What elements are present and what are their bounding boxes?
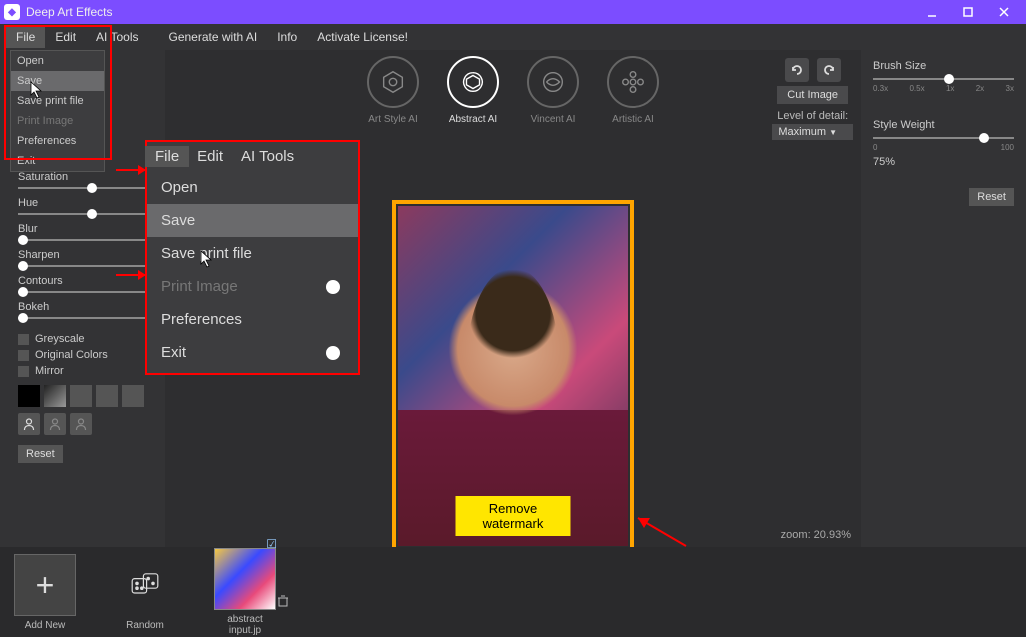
swatch-grey2[interactable]: [96, 385, 118, 407]
image-preview[interactable]: Remove watermark: [398, 206, 628, 546]
menu-ai-tools[interactable]: AI Tools: [86, 26, 148, 48]
file-menu-save-print[interactable]: Save print file: [11, 91, 104, 111]
checkmark-icon: ☑: [266, 537, 277, 551]
check-greyscale[interactable]: Greyscale: [18, 333, 155, 345]
maximize-button[interactable]: [950, 0, 986, 24]
flower-icon: [619, 68, 647, 96]
ai-style-row: Art Style AI Abstract AI Vincent AI Arti…: [358, 56, 668, 125]
cut-image-panel: Cut Image Level of detail: Maximum ▼: [772, 58, 853, 140]
spiral-icon: [459, 68, 487, 96]
annotation-orange-box: Remove watermark: [392, 200, 634, 547]
reset-button-left[interactable]: Reset: [18, 445, 63, 463]
menu-edit[interactable]: Edit: [45, 26, 86, 48]
swirl-icon: [539, 68, 567, 96]
check-mirror[interactable]: Mirror: [18, 365, 155, 377]
slider-contours[interactable]: Contours: [18, 275, 155, 293]
input-image-tile[interactable]: ☑ abstract input.jp: [210, 548, 280, 636]
swatch-grey3[interactable]: [122, 385, 144, 407]
slider-sharpen[interactable]: Sharpen: [18, 249, 155, 267]
person-preset-3[interactable]: [70, 413, 92, 435]
reset-button-right[interactable]: Reset: [969, 188, 1014, 206]
style-weight-slider[interactable]: [873, 137, 1014, 139]
check-original-colors[interactable]: Original Colors: [18, 349, 155, 361]
file-menu-dropdown: Open Save Save print file Print Image Pr…: [10, 50, 105, 172]
file-menu-save[interactable]: Save: [11, 71, 104, 91]
menu-info[interactable]: Info: [267, 26, 307, 48]
level-of-detail-label: Level of detail:: [772, 110, 853, 122]
file-menu-open[interactable]: Open: [11, 51, 104, 71]
hexagon-icon: [379, 68, 407, 96]
minimize-button[interactable]: [914, 0, 950, 24]
slider-saturation[interactable]: Saturation: [18, 171, 155, 189]
person-preset-2[interactable]: [44, 413, 66, 435]
level-of-detail-select[interactable]: Maximum ▼: [772, 124, 853, 140]
menubar: File Edit AI Tools Generate with AI Info…: [0, 24, 1026, 50]
person-preset-1[interactable]: [18, 413, 40, 435]
titlebar: ◆ Deep Art Effects: [0, 0, 1026, 24]
trash-icon[interactable]: [277, 595, 289, 607]
ai-tile-art-style[interactable]: Art Style AI: [358, 56, 428, 125]
brush-size-slider[interactable]: [873, 78, 1014, 80]
file-menu-exit[interactable]: Exit: [11, 151, 104, 171]
close-button[interactable]: [986, 0, 1022, 24]
zoom-label: zoom: 20.93%: [781, 529, 851, 541]
swatch-gradient[interactable]: [44, 385, 66, 407]
style-weight-value: 75%: [873, 156, 1014, 168]
slider-bokeh[interactable]: Bokeh: [18, 301, 155, 319]
app-title: Deep Art Effects: [26, 5, 113, 19]
cut-image-button[interactable]: Cut Image: [777, 86, 848, 104]
style-weight-marks: 0100: [873, 143, 1014, 152]
add-new-tile[interactable]: + Add New: [10, 554, 80, 631]
cursor-icon-zoom: [200, 250, 214, 268]
remove-watermark-button[interactable]: Remove watermark: [456, 496, 571, 536]
file-menu-print: Print Image: [11, 111, 104, 131]
person-presets: [18, 413, 155, 435]
slider-blur[interactable]: Blur: [18, 223, 155, 241]
cursor-icon: [30, 81, 44, 99]
swatch-grey1[interactable]: [70, 385, 92, 407]
bottom-bar: + Add New Random ☑ abstract input.jp: [0, 547, 1026, 637]
style-weight-label: Style Weight: [873, 119, 1014, 131]
dice-icon: [129, 569, 161, 601]
app-window: ◆ Deep Art Effects File Edit AI Tools Ge…: [0, 0, 1026, 637]
slider-hue[interactable]: Hue: [18, 197, 155, 215]
menu-activate[interactable]: Activate License!: [307, 26, 418, 48]
app-icon: ◆: [4, 4, 20, 20]
swatch-black[interactable]: [18, 385, 40, 407]
menu-generate[interactable]: Generate with AI: [159, 26, 268, 48]
annotation-zoom-callout: File Edit AI Tools Open Save Save print …: [145, 140, 360, 375]
undo-button[interactable]: [785, 58, 809, 82]
ai-tile-artistic[interactable]: Artistic AI: [598, 56, 668, 125]
ai-tile-abstract[interactable]: Abstract AI: [438, 56, 508, 125]
right-panel: Brush Size 0.3x0.5x1x2x3x Style Weight 0…: [861, 50, 1026, 547]
ai-tile-vincent[interactable]: Vincent AI: [518, 56, 588, 125]
brush-size-marks: 0.3x0.5x1x2x3x: [873, 84, 1014, 93]
redo-button[interactable]: [817, 58, 841, 82]
plus-icon: +: [36, 569, 55, 601]
color-swatches: [18, 385, 155, 407]
file-menu-preferences[interactable]: Preferences: [11, 131, 104, 151]
menu-file[interactable]: File: [6, 26, 45, 48]
brush-size-label: Brush Size: [873, 60, 1014, 72]
random-tile[interactable]: Random: [110, 554, 180, 631]
